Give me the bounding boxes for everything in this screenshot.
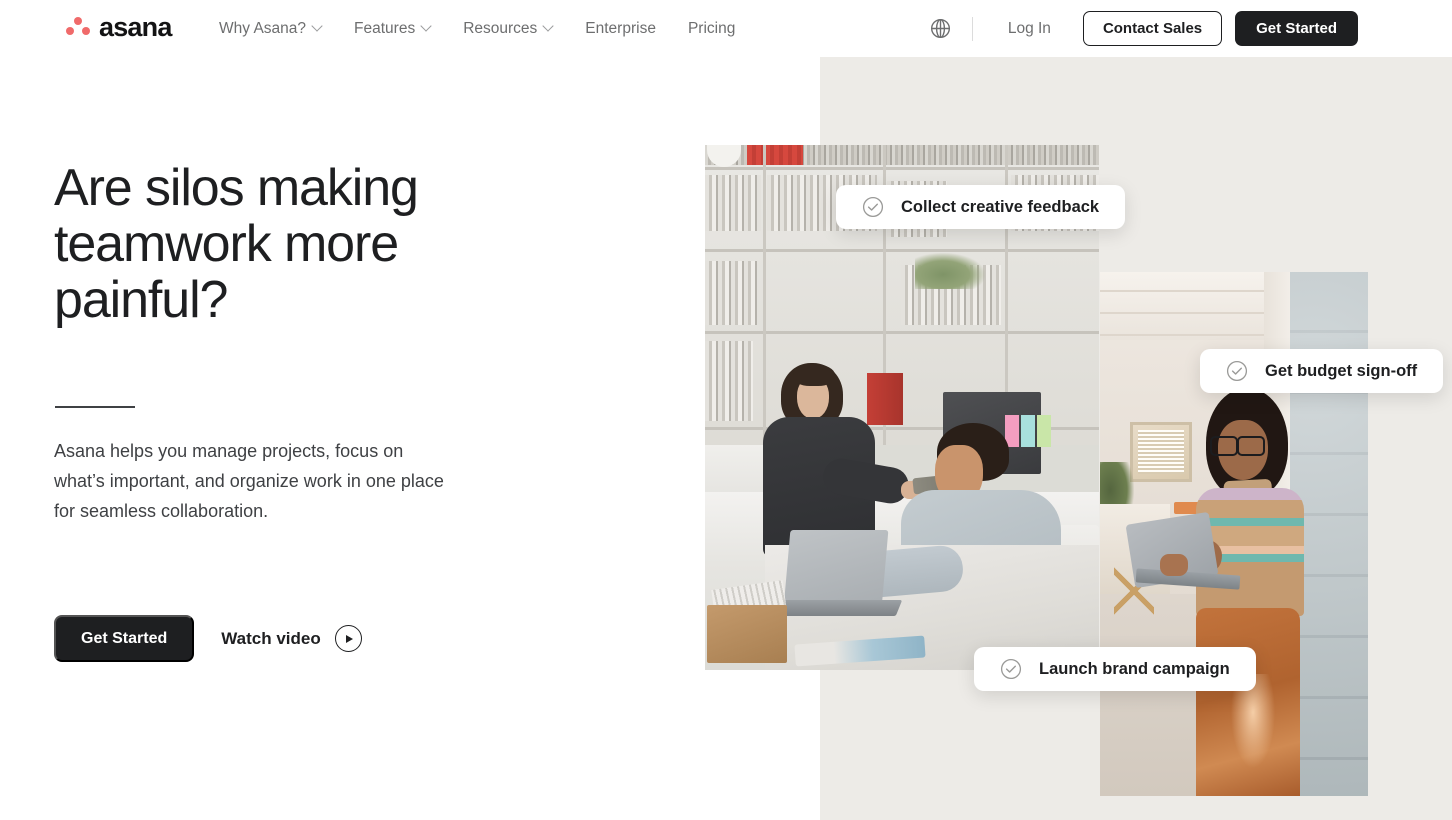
hero-cta-row: Get Started Watch video [54, 615, 362, 662]
nav-label: Resources [463, 19, 538, 37]
task-card-label: Launch brand campaign [1039, 659, 1230, 678]
chevron-down-icon [313, 22, 322, 31]
nav-label: Enterprise [585, 19, 656, 37]
nav-label: Pricing [687, 19, 736, 37]
get-started-button-header[interactable]: Get Started [1235, 11, 1358, 46]
contact-sales-button[interactable]: Contact Sales [1082, 11, 1223, 46]
asana-three-dots-logo-icon [66, 16, 90, 39]
check-circle-icon [1226, 360, 1248, 382]
header-divider [971, 16, 973, 41]
chevron-down-icon [422, 22, 431, 31]
page-title: Are silos making teamwork more painful? [54, 159, 419, 330]
nav-label: Features [354, 19, 416, 37]
get-started-button-hero[interactable]: Get Started [54, 615, 195, 662]
watch-video-label: Watch video [221, 628, 321, 648]
task-card[interactable]: Get budget sign-off [1200, 349, 1444, 393]
task-card[interactable]: Collect creative feedback [836, 185, 1126, 229]
globe-icon [931, 18, 951, 39]
hero-content: Are silos making teamwork more painful? … [54, 159, 534, 662]
check-circle-icon [862, 196, 884, 218]
play-circle-icon [334, 625, 362, 652]
task-card-label: Get budget sign-off [1265, 361, 1418, 380]
nav-item-pricing[interactable]: Pricing [672, 0, 751, 57]
asana-logo[interactable]: asana [66, 14, 172, 41]
logo-wordmark: asana [99, 12, 172, 42]
check-circle-icon [1000, 658, 1022, 680]
nav-item-why-asana[interactable]: Why Asana? [219, 0, 338, 57]
task-card-label: Collect creative feedback [901, 197, 1100, 216]
nav-item-features[interactable]: Features [338, 0, 447, 57]
header-actions: Log In Contact Sales Get Started [928, 0, 1358, 57]
landing-page: Collect creative feedback Get budget sig… [0, 0, 1452, 820]
watch-video-button[interactable]: Watch video [221, 625, 362, 652]
hero-divider [55, 406, 135, 408]
nav-item-enterprise[interactable]: Enterprise [569, 0, 672, 57]
login-link[interactable]: Log In [992, 20, 1067, 38]
task-card[interactable]: Launch brand campaign [974, 647, 1256, 691]
primary-navigation: Why Asana? Features Resources Enterprise… [219, 0, 751, 57]
site-header: asana Why Asana? Features Resources Ente… [0, 0, 1452, 57]
nav-item-resources[interactable]: Resources [447, 0, 569, 57]
chevron-down-icon [544, 22, 553, 31]
hero-subtitle: Asana helps you manage projects, focus o… [54, 440, 444, 522]
nav-label: Why Asana? [219, 19, 307, 37]
language-selector-button[interactable] [928, 16, 954, 42]
